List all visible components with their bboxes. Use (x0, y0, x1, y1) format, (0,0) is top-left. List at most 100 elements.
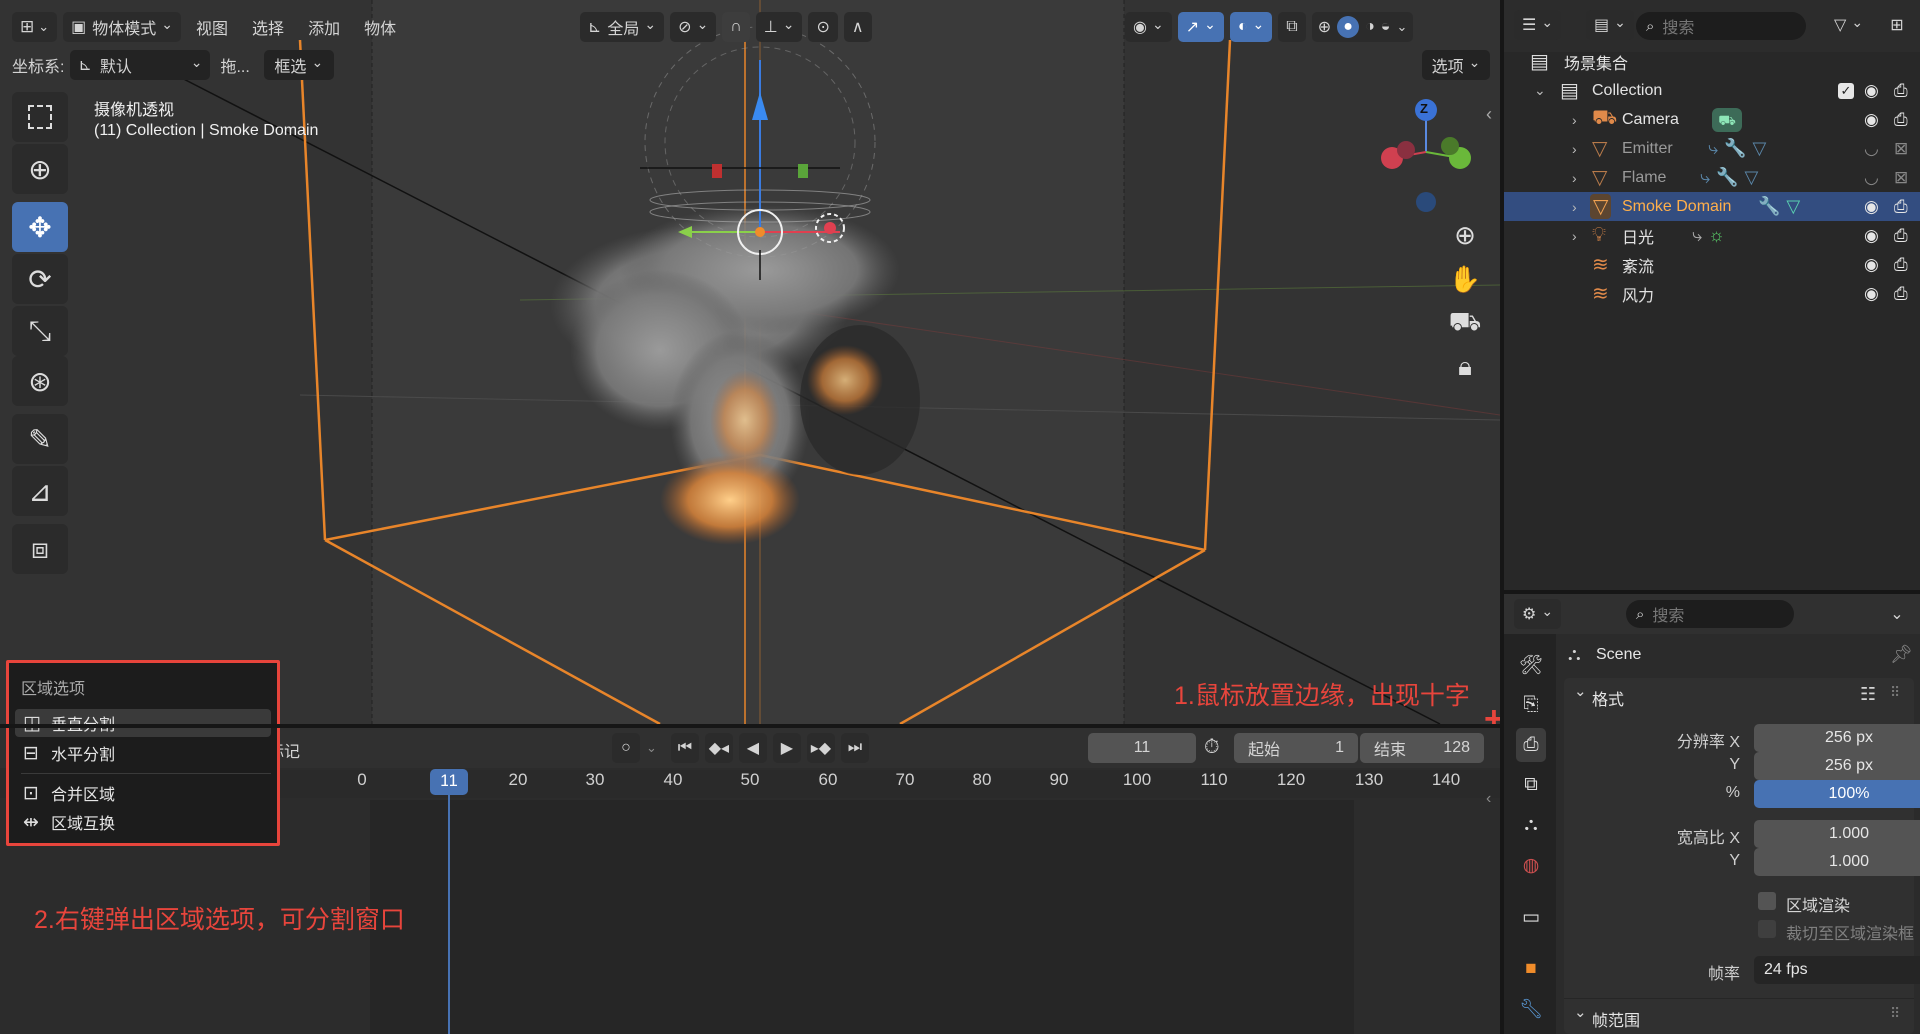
eye-closed-icon[interactable]: ◡ (1864, 168, 1879, 188)
transform-orientation-dropdown[interactable]: ⊾ 全局 (580, 12, 665, 42)
format-panel-header[interactable]: ⌄ 格式 ☷ ⠿ (1564, 678, 1914, 712)
properties-search-input[interactable]: ⌕ 搜索 (1626, 600, 1794, 628)
start-frame-field[interactable]: 起始 1 (1234, 733, 1358, 763)
properties-editor-type[interactable]: ⚙ (1514, 599, 1562, 629)
light-data-icons[interactable]: ⤷☼ (1692, 225, 1731, 246)
render-camera-icon[interactable]: ⎙ (1894, 226, 1908, 246)
chevron-right-icon[interactable]: › (1572, 141, 1577, 157)
auto-keying-button[interactable]: ○ (612, 733, 640, 763)
resolution-x-field[interactable]: 256 px (1754, 724, 1920, 752)
collection-tab[interactable]: ▭ (1516, 900, 1546, 934)
scene-collection-row[interactable]: ▤ 场景集合 (1504, 47, 1920, 76)
lock-view-button[interactable]: 🔒︎ (1444, 346, 1486, 388)
properties-editor[interactable]: ⚙ ⌕ 搜索 ⌄ 🛠︎ ⎘ ⎙ ⧉ ⛬ ◍ ▭ ■ 🔧︎ ⛬ Scene 📌︎ … (1504, 594, 1920, 1034)
filter-dropdown[interactable]: ▽ (1826, 10, 1871, 40)
horizontal-split-item[interactable]: ⊟ 水平分割 (15, 739, 271, 767)
pan-button[interactable]: ✋ (1444, 258, 1486, 300)
jump-start-button[interactable]: ⏮ (670, 733, 699, 763)
eye-icon[interactable]: ◉ (1864, 110, 1879, 130)
chevron-right-icon[interactable]: › (1572, 112, 1577, 128)
outliner-item-sun[interactable]: › 💡︎ 日光 ⤷☼ ◉ ⎙ (1504, 221, 1920, 250)
material-shading-icon[interactable]: ◑ (1365, 18, 1375, 36)
end-frame-field[interactable]: 结束 128 (1360, 733, 1484, 763)
outliner-item-emitter[interactable]: › ▽ Emitter ⤷🔧▽ ◡ ⊠ (1504, 134, 1920, 163)
collection-checkbox[interactable]: ✓ (1838, 82, 1854, 99)
mode-dropdown[interactable]: ▣ 物体模式 (63, 12, 182, 42)
eye-icon[interactable]: ◉ (1864, 226, 1879, 246)
render-disabled-icon[interactable]: ⊠ (1894, 139, 1908, 159)
sidebar-toggle[interactable]: ‹ (1486, 104, 1492, 125)
chevron-right-icon[interactable]: › (1572, 170, 1577, 186)
snap-toggle[interactable]: ∩ (722, 12, 750, 42)
properties-options-dropdown[interactable]: ⌄ (1880, 599, 1914, 629)
eye-closed-icon[interactable]: ◡ (1864, 139, 1879, 159)
outliner[interactable]: ☰ ▤ ⌕ 搜索 ▽ ⊞ ▤ 场景集合 ⌄ ▤ Collection ✓ ◉ ⎙… (1504, 0, 1920, 590)
resolution-percent-slider[interactable]: 100% (1754, 780, 1920, 808)
annotate-tool[interactable]: ✎ (12, 414, 68, 464)
outliner-item-smoke-domain[interactable]: › ▽ Smoke Domain 🔧▽ ◉ ⎙ (1504, 192, 1920, 221)
eye-icon[interactable]: ◉ (1864, 197, 1879, 217)
eye-icon[interactable]: ◉ (1864, 81, 1879, 101)
visibility-dropdown[interactable]: ◉ (1125, 12, 1172, 42)
drag-label[interactable]: 拖... (220, 53, 249, 77)
outliner-search-input[interactable]: ⌕ 搜索 (1636, 12, 1806, 40)
outliner-item-turbulence[interactable]: ≋ 紊流 ◉ ⎙ (1504, 250, 1920, 279)
modifier-icons[interactable]: ⤷🔧▽ (1708, 138, 1772, 159)
outliner-item-wind[interactable]: ≋ 风力 ◉ ⎙ (1504, 279, 1920, 308)
frame-range-panel-header[interactable]: ⌄ 帧范围 ⠿ (1564, 998, 1914, 1032)
modifier-icons[interactable]: 🔧▽ (1758, 196, 1806, 217)
menu-select[interactable]: 选择 (243, 12, 293, 42)
gizmo-toggle[interactable]: ↗ (1177, 12, 1224, 42)
resolution-y-field[interactable]: 256 px (1754, 752, 1920, 780)
render-camera-icon[interactable]: ⎙ (1894, 255, 1908, 275)
proportional-edit-toggle[interactable]: ⊙ (808, 12, 838, 42)
new-collection-button[interactable]: ⊞ (1882, 10, 1912, 40)
render-camera-icon[interactable]: ⎙ (1894, 81, 1908, 101)
world-tab[interactable]: ◍ (1516, 848, 1546, 882)
snap-target-dropdown[interactable]: ⊥ (755, 12, 803, 42)
chevron-down-icon[interactable]: ⌄ (1396, 19, 1407, 35)
stopwatch-icon[interactable]: ⏱ (1204, 736, 1220, 759)
transform-tool[interactable]: ⊛ (12, 356, 68, 406)
render-disabled-icon[interactable]: ⊠ (1894, 168, 1908, 188)
falloff-dropdown[interactable]: ∧ (843, 12, 872, 42)
crop-region-checkbox[interactable] (1758, 920, 1776, 938)
aspect-y-field[interactable]: 1.000 (1754, 848, 1920, 876)
select-box-tool[interactable] (12, 92, 68, 142)
wireframe-shading-icon[interactable]: ⊕ (1318, 17, 1331, 37)
overlay-toggle[interactable]: ◐ (1229, 12, 1273, 42)
move-tool[interactable]: ✥ (12, 202, 68, 252)
camera-view-button[interactable]: ⛟ (1444, 302, 1486, 344)
preset-list-icon[interactable]: ☷ (1860, 684, 1876, 705)
cursor-tool[interactable]: ⊕ (12, 144, 68, 194)
area-border-vertical[interactable] (1500, 0, 1504, 1034)
chevron-right-icon[interactable]: › (1572, 228, 1577, 244)
render-tab[interactable]: ⎘ (1516, 688, 1546, 722)
outliner-item-flame[interactable]: › ▽ Flame ⤷🔧▽ ◡ ⊠ (1504, 163, 1920, 192)
solid-shading-icon[interactable]: ● (1337, 16, 1360, 38)
pin-icon[interactable]: 📌︎ (1890, 644, 1913, 665)
object-tab[interactable]: ■ (1516, 952, 1546, 986)
render-camera-icon[interactable]: ⎙ (1894, 110, 1908, 130)
next-keyframe-button[interactable]: ▸◆ (806, 733, 835, 763)
modifier-tab[interactable]: 🔧︎ (1516, 992, 1546, 1026)
scene-tab[interactable]: ⛬ (1516, 808, 1546, 842)
play-reverse-button[interactable]: ◀ (738, 733, 767, 763)
add-cube-tool[interactable]: ⧈ (12, 524, 68, 574)
measure-tool[interactable]: ⊿ (12, 466, 68, 516)
vertical-split-item[interactable]: ◫ 垂直分割 (15, 709, 271, 737)
options-dropdown[interactable]: 选项 (1422, 50, 1490, 80)
pivot-dropdown[interactable]: ⊘ (670, 12, 717, 42)
modifier-icons[interactable]: ⤷🔧▽ (1700, 167, 1764, 188)
timeline-scroll-handle[interactable]: ‹ (1486, 790, 1491, 808)
frame-rate-dropdown[interactable]: 24 fps ⌄ (1754, 956, 1920, 984)
render-camera-icon[interactable]: ⎙ (1894, 197, 1908, 217)
menu-view[interactable]: 视图 (187, 12, 237, 42)
area-border-horizontal[interactable] (0, 724, 1500, 728)
coordinate-dropdown[interactable]: ⊾ 默认 (70, 50, 211, 80)
play-button[interactable]: ▶ (772, 733, 801, 763)
menu-object[interactable]: 物体 (355, 12, 405, 42)
scale-tool[interactable]: ⤡ (12, 306, 68, 356)
render-camera-icon[interactable]: ⎙ (1894, 284, 1908, 304)
chevron-down-icon[interactable]: ⌄ (1534, 82, 1546, 99)
